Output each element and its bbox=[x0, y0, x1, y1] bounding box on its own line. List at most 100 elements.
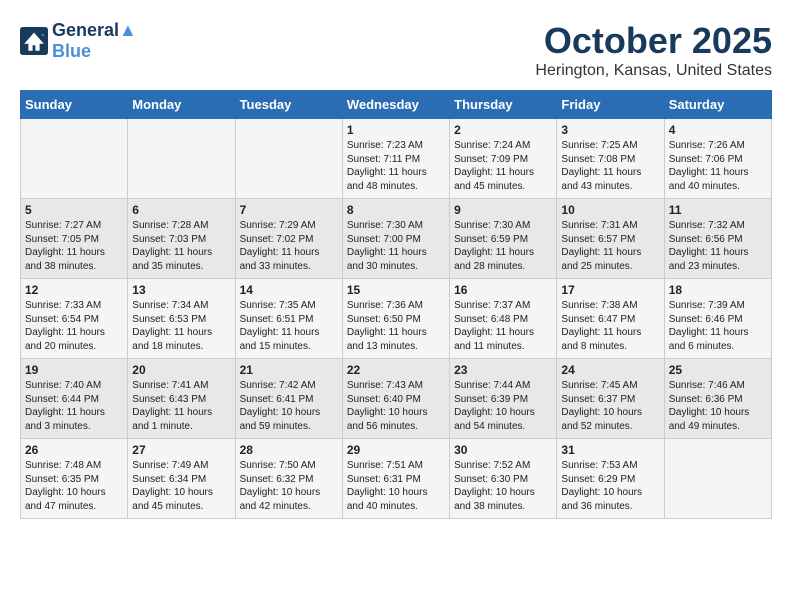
title-block: October 2025 Herington, Kansas, United S… bbox=[535, 20, 772, 80]
calendar-cell: 2Sunrise: 7:24 AM Sunset: 7:09 PM Daylig… bbox=[450, 119, 557, 199]
calendar-cell: 4 Sunrise: 7:26 AM Sunset: 7:06 PM Daylig… bbox=[664, 119, 771, 199]
calendar-body: 1 Sunrise: 7:23 AM Sunset: 7:11 PM Daylig… bbox=[21, 119, 772, 519]
calendar-cell bbox=[128, 119, 235, 199]
day-number: 29 bbox=[347, 443, 445, 457]
day-info: Sunrise: 7:25 AM Sunset: 7:08 PM Dayligh… bbox=[561, 139, 659, 193]
calendar-week-row: 19 Sunrise: 7:40 AM Sunset: 6:44 PM Dayli… bbox=[21, 359, 772, 439]
calendar-cell: 29 Sunrise: 7:51 AM Sunset: 6:31 PM Dayli… bbox=[342, 439, 449, 519]
calendar-cell: 15 Sunrise: 7:36 AM Sunset: 6:50 PM Dayli… bbox=[342, 279, 449, 359]
day-of-week-header: Sunday bbox=[21, 91, 128, 119]
day-info: Sunrise: 7:51 AM Sunset: 6:31 PM Dayligh… bbox=[347, 459, 445, 513]
calendar-cell: 30Sunrise: 7:52 AM Sunset: 6:30 PM Dayli… bbox=[450, 439, 557, 519]
day-number: 18 bbox=[669, 283, 767, 297]
day-info: Sunrise: 7:48 AM Sunset: 6:35 PM Dayligh… bbox=[25, 459, 123, 513]
day-of-week-header: Wednesday bbox=[342, 91, 449, 119]
day-number: 5 bbox=[25, 203, 123, 217]
logo: General▲ Blue bbox=[20, 20, 137, 62]
day-of-week-header: Saturday bbox=[664, 91, 771, 119]
day-number: 7 bbox=[240, 203, 338, 217]
day-number: 9 bbox=[454, 203, 552, 217]
calendar-cell: 23 Sunrise: 7:44 AM Sunset: 6:39 PM Dayli… bbox=[450, 359, 557, 439]
calendar-cell: 10Sunrise: 7:31 AM Sunset: 6:57 PM Dayli… bbox=[557, 199, 664, 279]
calendar-week-row: 1 Sunrise: 7:23 AM Sunset: 7:11 PM Daylig… bbox=[21, 119, 772, 199]
day-of-week-header: Tuesday bbox=[235, 91, 342, 119]
calendar-cell bbox=[21, 119, 128, 199]
day-number: 4 bbox=[669, 123, 767, 137]
calendar-cell: 18 Sunrise: 7:39 AM Sunset: 6:46 PM Dayli… bbox=[664, 279, 771, 359]
day-number: 25 bbox=[669, 363, 767, 377]
day-info: Sunrise: 7:26 AM Sunset: 7:06 PM Dayligh… bbox=[669, 139, 767, 193]
calendar-week-row: 12 Sunrise: 7:33 AM Sunset: 6:54 PM Dayli… bbox=[21, 279, 772, 359]
day-of-week-header: Thursday bbox=[450, 91, 557, 119]
calendar-cell: 28Sunrise: 7:50 AM Sunset: 6:32 PM Dayli… bbox=[235, 439, 342, 519]
calendar-title: October 2025 bbox=[535, 20, 772, 62]
logo-icon bbox=[20, 27, 48, 55]
calendar-cell: 9Sunrise: 7:30 AM Sunset: 6:59 PM Daylig… bbox=[450, 199, 557, 279]
day-info: Sunrise: 7:27 AM Sunset: 7:05 PM Dayligh… bbox=[25, 219, 123, 273]
day-number: 15 bbox=[347, 283, 445, 297]
day-info: Sunrise: 7:44 AM Sunset: 6:39 PM Dayligh… bbox=[454, 379, 552, 433]
day-number: 26 bbox=[25, 443, 123, 457]
day-number: 24 bbox=[561, 363, 659, 377]
day-info: Sunrise: 7:28 AM Sunset: 7:03 PM Dayligh… bbox=[132, 219, 230, 273]
calendar-cell: 5 Sunrise: 7:27 AM Sunset: 7:05 PM Daylig… bbox=[21, 199, 128, 279]
day-info: Sunrise: 7:49 AM Sunset: 6:34 PM Dayligh… bbox=[132, 459, 230, 513]
day-number: 16 bbox=[454, 283, 552, 297]
calendar-cell: 17 Sunrise: 7:38 AM Sunset: 6:47 PM Dayli… bbox=[557, 279, 664, 359]
calendar-cell: 27 Sunrise: 7:49 AM Sunset: 6:34 PM Dayli… bbox=[128, 439, 235, 519]
day-info: Sunrise: 7:39 AM Sunset: 6:46 PM Dayligh… bbox=[669, 299, 767, 353]
day-number: 12 bbox=[25, 283, 123, 297]
day-of-week-header: Friday bbox=[557, 91, 664, 119]
calendar-cell: 16 Sunrise: 7:37 AM Sunset: 6:48 PM Dayli… bbox=[450, 279, 557, 359]
calendar-cell: 22 Sunrise: 7:43 AM Sunset: 6:40 PM Dayli… bbox=[342, 359, 449, 439]
day-info: Sunrise: 7:34 AM Sunset: 6:53 PM Dayligh… bbox=[132, 299, 230, 353]
day-info: Sunrise: 7:30 AM Sunset: 7:00 PM Dayligh… bbox=[347, 219, 445, 273]
day-number: 23 bbox=[454, 363, 552, 377]
calendar-header: SundayMondayTuesdayWednesdayThursdayFrid… bbox=[21, 91, 772, 119]
day-info: Sunrise: 7:29 AM Sunset: 7:02 PM Dayligh… bbox=[240, 219, 338, 273]
day-number: 22 bbox=[347, 363, 445, 377]
day-info: Sunrise: 7:33 AM Sunset: 6:54 PM Dayligh… bbox=[25, 299, 123, 353]
days-header-row: SundayMondayTuesdayWednesdayThursdayFrid… bbox=[21, 91, 772, 119]
day-info: Sunrise: 7:36 AM Sunset: 6:50 PM Dayligh… bbox=[347, 299, 445, 353]
calendar-cell: 12 Sunrise: 7:33 AM Sunset: 6:54 PM Dayli… bbox=[21, 279, 128, 359]
calendar-week-row: 5 Sunrise: 7:27 AM Sunset: 7:05 PM Daylig… bbox=[21, 199, 772, 279]
day-number: 6 bbox=[132, 203, 230, 217]
calendar-cell: 19 Sunrise: 7:40 AM Sunset: 6:44 PM Dayli… bbox=[21, 359, 128, 439]
calendar-cell: 26 Sunrise: 7:48 AM Sunset: 6:35 PM Dayli… bbox=[21, 439, 128, 519]
calendar-subtitle: Herington, Kansas, United States bbox=[535, 62, 772, 80]
day-of-week-header: Monday bbox=[128, 91, 235, 119]
day-info: Sunrise: 7:45 AM Sunset: 6:37 PM Dayligh… bbox=[561, 379, 659, 433]
day-number: 10 bbox=[561, 203, 659, 217]
day-number: 20 bbox=[132, 363, 230, 377]
day-info: Sunrise: 7:24 AM Sunset: 7:09 PM Dayligh… bbox=[454, 139, 552, 193]
calendar-cell: 11Sunrise: 7:32 AM Sunset: 6:56 PM Dayli… bbox=[664, 199, 771, 279]
day-info: Sunrise: 7:35 AM Sunset: 6:51 PM Dayligh… bbox=[240, 299, 338, 353]
day-info: Sunrise: 7:38 AM Sunset: 6:47 PM Dayligh… bbox=[561, 299, 659, 353]
day-info: Sunrise: 7:46 AM Sunset: 6:36 PM Dayligh… bbox=[669, 379, 767, 433]
page-header: General▲ Blue October 2025 Herington, Ka… bbox=[20, 20, 772, 80]
calendar-cell: 21 Sunrise: 7:42 AM Sunset: 6:41 PM Dayli… bbox=[235, 359, 342, 439]
day-info: Sunrise: 7:42 AM Sunset: 6:41 PM Dayligh… bbox=[240, 379, 338, 433]
calendar-week-row: 26 Sunrise: 7:48 AM Sunset: 6:35 PM Dayli… bbox=[21, 439, 772, 519]
day-info: Sunrise: 7:53 AM Sunset: 6:29 PM Dayligh… bbox=[561, 459, 659, 513]
day-number: 19 bbox=[25, 363, 123, 377]
day-number: 13 bbox=[132, 283, 230, 297]
day-info: Sunrise: 7:41 AM Sunset: 6:43 PM Dayligh… bbox=[132, 379, 230, 433]
day-number: 21 bbox=[240, 363, 338, 377]
calendar-cell bbox=[664, 439, 771, 519]
day-info: Sunrise: 7:50 AM Sunset: 6:32 PM Dayligh… bbox=[240, 459, 338, 513]
day-number: 17 bbox=[561, 283, 659, 297]
day-number: 1 bbox=[347, 123, 445, 137]
day-info: Sunrise: 7:23 AM Sunset: 7:11 PM Dayligh… bbox=[347, 139, 445, 193]
calendar-cell: 14Sunrise: 7:35 AM Sunset: 6:51 PM Dayli… bbox=[235, 279, 342, 359]
day-info: Sunrise: 7:43 AM Sunset: 6:40 PM Dayligh… bbox=[347, 379, 445, 433]
calendar-table: SundayMondayTuesdayWednesdayThursdayFrid… bbox=[20, 90, 772, 519]
calendar-cell: 31Sunrise: 7:53 AM Sunset: 6:29 PM Dayli… bbox=[557, 439, 664, 519]
day-info: Sunrise: 7:40 AM Sunset: 6:44 PM Dayligh… bbox=[25, 379, 123, 433]
calendar-cell: 25 Sunrise: 7:46 AM Sunset: 6:36 PM Dayli… bbox=[664, 359, 771, 439]
calendar-cell: 6 Sunrise: 7:28 AM Sunset: 7:03 PM Daylig… bbox=[128, 199, 235, 279]
day-info: Sunrise: 7:37 AM Sunset: 6:48 PM Dayligh… bbox=[454, 299, 552, 353]
day-number: 8 bbox=[347, 203, 445, 217]
day-number: 27 bbox=[132, 443, 230, 457]
